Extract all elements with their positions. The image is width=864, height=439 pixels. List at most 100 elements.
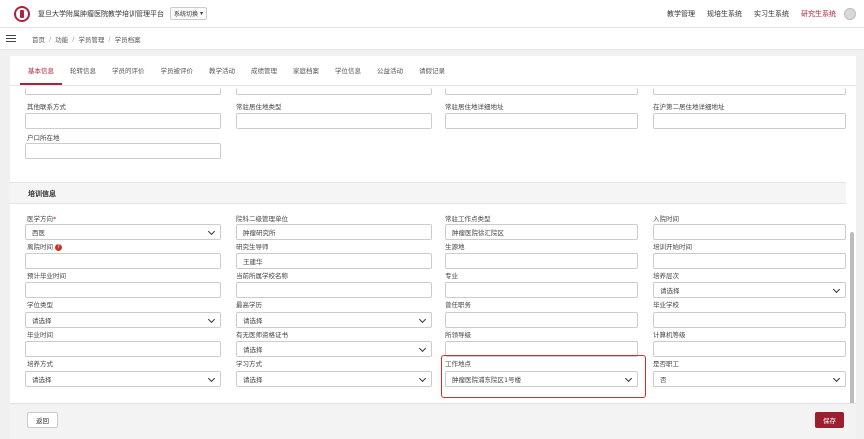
staff-label: 是否职工 bbox=[653, 360, 679, 368]
breadcrumb-separator: / bbox=[72, 34, 75, 43]
chevron-down-icon bbox=[207, 374, 216, 382]
staff-select[interactable]: 否 bbox=[653, 371, 846, 387]
nav-teaching-management[interactable]: 教学管理 bbox=[667, 9, 695, 19]
work-location-type-label: 常驻工作点类型 bbox=[445, 215, 491, 223]
study-mode-value: 请选择 bbox=[243, 376, 263, 384]
help-icon[interactable]: ? bbox=[55, 243, 62, 251]
work-location-select[interactable]: 肿瘤医院浦东院区1号楼 bbox=[445, 371, 638, 387]
chevron-down-icon bbox=[418, 344, 427, 352]
tab-teaching-activity[interactable]: 教学活动 bbox=[201, 65, 243, 85]
tab-rotation-info[interactable]: 轮转信息 bbox=[62, 65, 104, 85]
save-button[interactable]: 保存 bbox=[815, 412, 844, 428]
hospital-logo-icon bbox=[14, 5, 30, 22]
computer-level-input[interactable] bbox=[653, 341, 846, 357]
user-avatar[interactable] bbox=[844, 8, 856, 20]
training-mode-select[interactable]: 请选择 bbox=[25, 371, 221, 387]
section-title: 培训信息 bbox=[28, 190, 56, 198]
source-input[interactable] bbox=[445, 253, 638, 269]
tab-public-welfare[interactable]: 公益活动 bbox=[369, 65, 411, 85]
phone-field-partial[interactable] bbox=[25, 88, 221, 95]
chevron-down-icon bbox=[418, 374, 427, 382]
menu-toggle-icon[interactable] bbox=[6, 33, 16, 44]
email-field-partial[interactable] bbox=[445, 88, 638, 95]
nav-graduate-system[interactable]: 研究生系统 bbox=[801, 9, 836, 19]
current-school-label: 当前所属学校名称 bbox=[236, 272, 288, 280]
section-header bbox=[10, 182, 846, 204]
supervisor-label: 研究生导师 bbox=[236, 243, 269, 251]
shanghai-second-address-label: 在沪第二居住地详细地址 bbox=[653, 103, 725, 111]
highest-education-select[interactable]: 请选择 bbox=[236, 312, 432, 328]
second-level-unit-label: 院科二级管理单位 bbox=[236, 215, 288, 223]
main-panel: 基本信息 轮转信息 学员的评价 学员被评价 教学活动 成绩管理 家庭档案 学位信… bbox=[10, 56, 856, 439]
shanghai-second-address-input[interactable] bbox=[653, 113, 846, 129]
expected-graduation-label: 预计毕业时间 bbox=[27, 272, 66, 280]
other-contact-input[interactable] bbox=[25, 113, 221, 129]
admission-time-label: 入院时间 bbox=[653, 215, 679, 223]
residence-address-label: 常驻居住地详细地址 bbox=[445, 103, 504, 111]
hukou-input[interactable] bbox=[25, 143, 221, 159]
other-contact-label: 其他联系方式 bbox=[27, 103, 66, 111]
expected-graduation-input[interactable] bbox=[25, 282, 221, 298]
hukou-label: 户口所在地 bbox=[27, 134, 60, 142]
major-label: 专业 bbox=[445, 272, 458, 280]
tab-leave-record[interactable]: 请假记录 bbox=[411, 65, 453, 85]
graduate-school-input[interactable] bbox=[653, 312, 846, 328]
degree-type-select[interactable]: 请选择 bbox=[25, 312, 221, 328]
chevron-down-icon bbox=[832, 285, 841, 293]
physician-cert-select[interactable]: 请选择 bbox=[236, 341, 432, 357]
residence-type-input[interactable] bbox=[236, 113, 432, 129]
current-school-input[interactable] bbox=[236, 282, 432, 298]
source-label: 生源地 bbox=[445, 243, 465, 251]
tab-basic-info[interactable]: 基本信息 bbox=[20, 65, 62, 85]
chevron-down-icon bbox=[207, 315, 216, 323]
tab-degree-info[interactable]: 学位信息 bbox=[327, 65, 369, 85]
first-level-input[interactable] bbox=[445, 341, 638, 357]
work-location-type-input[interactable]: 肿瘤医院徐汇院区 bbox=[445, 224, 638, 240]
breadcrumb-home[interactable]: 首页 bbox=[32, 34, 45, 44]
tab-family-file[interactable]: 家庭档案 bbox=[285, 65, 327, 85]
tab-student-evaluated[interactable]: 学员被评价 bbox=[153, 65, 202, 85]
major-direction-select[interactable]: 西医 bbox=[25, 224, 221, 240]
graduation-time-input[interactable] bbox=[25, 341, 221, 357]
nav-intern-system[interactable]: 实习生系统 bbox=[754, 9, 789, 19]
breadcrumb-separator: / bbox=[49, 34, 52, 43]
training-level-label: 培养层次 bbox=[653, 272, 679, 280]
first-level-label: 所领导级 bbox=[445, 331, 471, 339]
leave-time-label: 离院时间? bbox=[27, 241, 62, 251]
training-level-select[interactable]: 请选择 bbox=[653, 282, 846, 298]
degree-type-value: 请选择 bbox=[32, 317, 52, 325]
second-level-unit-value: 肿瘤研究所 bbox=[243, 229, 276, 237]
position-label: 曾任职务 bbox=[445, 301, 471, 309]
admission-time-input[interactable] bbox=[653, 224, 846, 240]
mobile-field-partial[interactable] bbox=[236, 88, 432, 95]
major-direction-value: 西医 bbox=[32, 229, 45, 237]
chevron-down-icon: ▾ bbox=[200, 10, 204, 17]
training-level-value: 请选择 bbox=[660, 287, 680, 295]
position-input[interactable] bbox=[445, 312, 638, 328]
breadcrumb-student-management[interactable]: 学员管理 bbox=[78, 34, 104, 44]
supervisor-input[interactable]: 王建华 bbox=[236, 253, 432, 269]
leave-time-input[interactable] bbox=[25, 253, 221, 269]
second-level-unit-input[interactable]: 肿瘤研究所 bbox=[236, 224, 432, 240]
top-bar: 复旦大学附属肿瘤医院教学培训管理平台 系统切换 ▾ 教学管理 规培生系统 实习生… bbox=[0, 0, 864, 28]
tab-student-evaluation[interactable]: 学员的评价 bbox=[104, 65, 153, 85]
staff-value: 否 bbox=[660, 376, 667, 384]
major-input[interactable] bbox=[445, 282, 638, 298]
physician-cert-label: 有无医师资格证书 bbox=[236, 331, 288, 339]
vertical-scrollbar[interactable] bbox=[850, 232, 854, 432]
study-mode-select[interactable]: 请选择 bbox=[236, 371, 432, 387]
degree-type-label: 学位类型 bbox=[27, 301, 53, 309]
training-start-input[interactable] bbox=[653, 253, 846, 269]
highest-education-label: 最高学历 bbox=[236, 301, 262, 309]
nav-resident-system[interactable]: 规培生系统 bbox=[707, 9, 742, 19]
breadcrumb-function[interactable]: 功能 bbox=[55, 34, 68, 44]
training-start-label: 培训开始时间 bbox=[653, 243, 692, 251]
other-field-partial[interactable] bbox=[653, 88, 846, 95]
back-button[interactable]: 返回 bbox=[27, 412, 58, 428]
training-mode-label: 培养方式 bbox=[27, 360, 53, 368]
system-switch-dropdown[interactable]: 系统切换 ▾ bbox=[170, 7, 208, 20]
residence-address-input[interactable] bbox=[445, 113, 638, 129]
chevron-down-icon bbox=[624, 374, 633, 382]
tab-grade-management[interactable]: 成绩管理 bbox=[243, 65, 285, 85]
top-nav: 教学管理 规培生系统 实习生系统 研究生系统 bbox=[667, 0, 836, 28]
